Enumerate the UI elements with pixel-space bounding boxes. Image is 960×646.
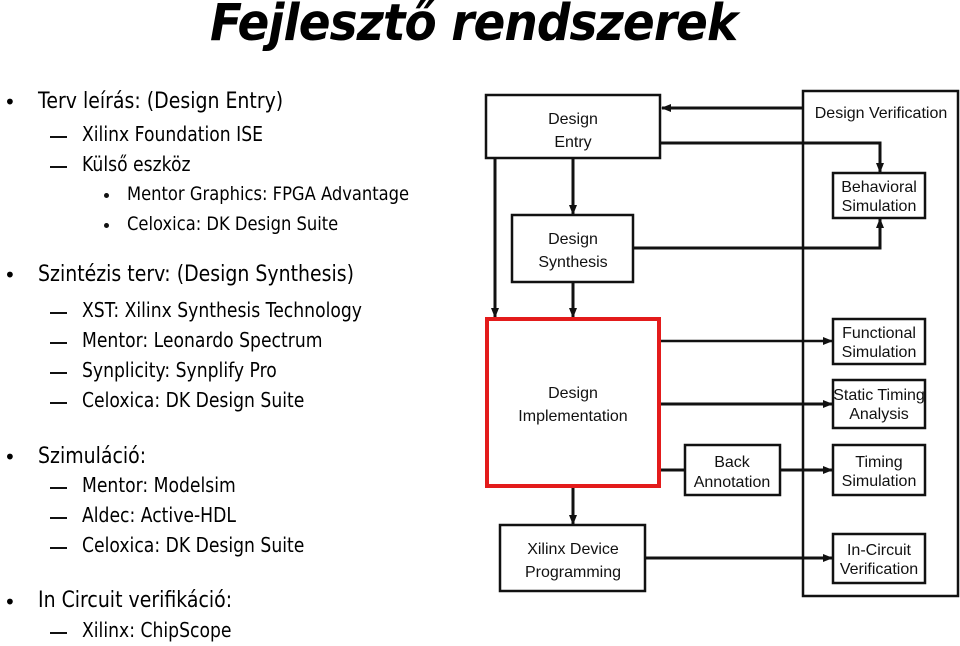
- programming-label-line2: Programming: [525, 564, 621, 581]
- arrow-synthesis-to-behavioral: [633, 218, 884, 250]
- design-flow-diagram: Design Verification Design Entry Design …: [484, 89, 960, 598]
- static-timing-label-line1: Static Timing: [833, 387, 925, 404]
- back-annotation-label-line1: Back: [714, 454, 751, 471]
- behavioral-label-line2: Simulation: [842, 198, 917, 215]
- functional-label-line2: Simulation: [842, 344, 917, 361]
- static-timing-analysis-box: Static Timing Analysis: [831, 378, 927, 430]
- timing-sim-label-line2: Simulation: [842, 473, 917, 490]
- timing-simulation-box: Timing Simulation: [831, 443, 927, 497]
- design-implementation-label-line1: Design: [548, 385, 598, 402]
- functional-label-line1: Functional: [842, 325, 916, 342]
- back-annotation-box: Back Annotation: [683, 443, 782, 497]
- design-entry-label-line1: Design: [548, 111, 598, 128]
- design-entry-label-line2: Entry: [554, 134, 591, 151]
- design-verification-label: Design Verification: [815, 105, 948, 122]
- in-circuit-label-line1: In-Circuit: [847, 542, 912, 559]
- design-implementation-box: Design Implementation: [485, 317, 661, 488]
- design-implementation-label-line2: Implementation: [518, 408, 627, 425]
- behavioral-label-line1: Behavioral: [841, 179, 917, 196]
- design-entry-box: Design Entry: [484, 93, 662, 160]
- back-annotation-label-line2: Annotation: [694, 474, 771, 491]
- programming-label-line1: Xilinx Device: [527, 541, 619, 558]
- design-synthesis-label-line1: Design: [548, 231, 598, 248]
- static-timing-label-line2: Analysis: [849, 406, 909, 423]
- behavioral-simulation-box: Behavioral Simulation: [831, 171, 927, 220]
- arrow-entry-to-behavioral: [660, 141, 884, 173]
- in-circuit-label-line2: Verification: [840, 561, 918, 578]
- design-synthesis-box: Design Synthesis: [510, 213, 635, 284]
- in-circuit-verification-box: In-Circuit Verification: [831, 532, 927, 585]
- xilinx-device-programming-box: Xilinx Device Programming: [498, 523, 647, 593]
- timing-sim-label-line1: Timing: [855, 454, 902, 471]
- functional-simulation-box: Functional Simulation: [831, 317, 927, 366]
- design-synthesis-label-line2: Synthesis: [538, 254, 607, 271]
